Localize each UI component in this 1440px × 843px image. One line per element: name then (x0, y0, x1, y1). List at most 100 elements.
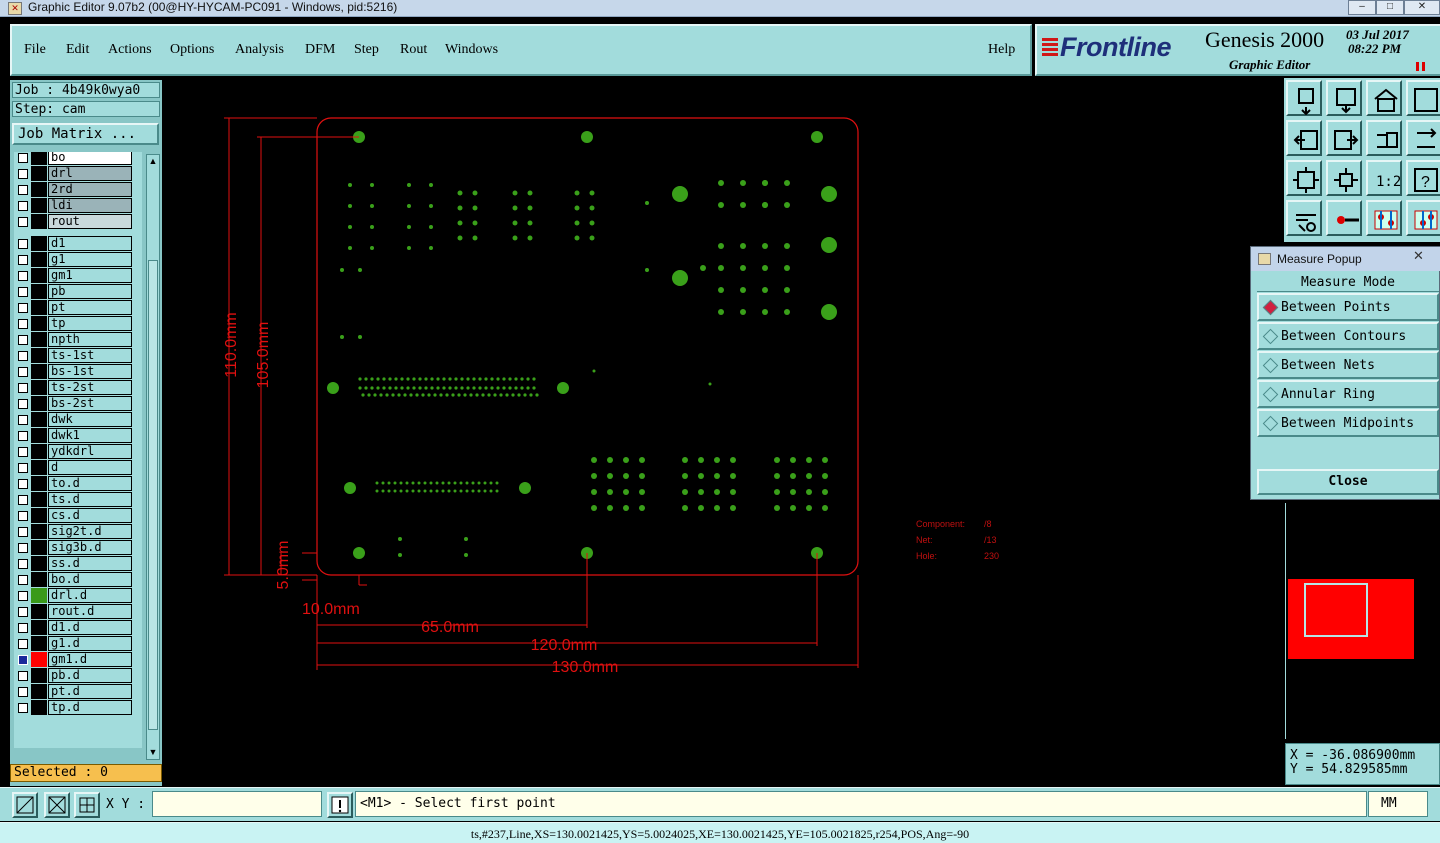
layer-color-swatch[interactable] (31, 252, 47, 267)
layer-checkbox[interactable] (18, 543, 28, 553)
layer-name[interactable]: 2rd (48, 182, 132, 197)
layer-row-rout.d[interactable]: rout.d (14, 604, 142, 619)
menu-actions[interactable]: Actions (108, 42, 152, 58)
scroll-up-icon[interactable]: ▲ (148, 156, 158, 166)
layer-checkbox[interactable] (18, 271, 28, 281)
layer-checkbox[interactable] (18, 335, 28, 345)
layer-name[interactable]: g1 (48, 252, 132, 267)
layer-checkbox[interactable] (18, 153, 28, 163)
layer-name[interactable]: cs.d (48, 508, 132, 523)
layer-color-swatch[interactable] (31, 556, 47, 571)
layer-name[interactable]: ts.d (48, 492, 132, 507)
menu-step[interactable]: Step (354, 42, 379, 58)
layer-color-swatch[interactable] (31, 524, 47, 539)
layer-row-drl[interactable]: drl (14, 166, 142, 181)
layer-color-swatch[interactable] (31, 214, 47, 229)
layer-row-bo.d[interactable]: bo.d (14, 572, 142, 587)
layer-color-swatch[interactable] (31, 588, 47, 603)
layer-checkbox[interactable] (18, 527, 28, 537)
layer-name[interactable]: drl (48, 166, 132, 181)
layer-checkbox[interactable] (18, 351, 28, 361)
layer-color-swatch[interactable] (31, 316, 47, 331)
overview-map[interactable] (1285, 503, 1440, 739)
layer-checkbox[interactable] (18, 607, 28, 617)
pan-right-icon[interactable] (1326, 120, 1362, 156)
layer-checkbox[interactable] (18, 703, 28, 713)
fit-screen-icon[interactable] (1286, 160, 1322, 196)
layer-name[interactable]: dwk (48, 412, 132, 427)
layer-color-swatch[interactable] (31, 460, 47, 475)
pan-left-icon[interactable] (1286, 120, 1322, 156)
layer-row-sig3b.d[interactable]: sig3b.d (14, 540, 142, 555)
layer-scrollbar[interactable]: ▲ ▼ (146, 154, 160, 760)
layer-name[interactable]: bs-1st (48, 364, 132, 379)
job-matrix-button[interactable]: Job Matrix ... (12, 123, 159, 145)
layer-name[interactable]: g1.d (48, 636, 132, 651)
layer-checkbox[interactable] (18, 479, 28, 489)
layer-name[interactable]: ts-1st (48, 348, 132, 363)
layer-name[interactable]: pt (48, 300, 132, 315)
layer-name[interactable]: pt.d (48, 684, 132, 699)
pause-icon[interactable] (1416, 62, 1426, 71)
layer-checkbox[interactable] (18, 399, 28, 409)
popup-title-bar[interactable]: Measure Popup ✕ (1251, 247, 1440, 271)
layer-checkbox[interactable] (18, 415, 28, 425)
layer-color-swatch[interactable] (31, 652, 47, 667)
layer-checkbox[interactable] (18, 575, 28, 585)
menu-options[interactable]: Options (170, 42, 214, 58)
layer-color-swatch[interactable] (31, 332, 47, 347)
scroll-down-icon[interactable]: ▼ (148, 747, 158, 757)
alert-icon[interactable] (327, 792, 353, 818)
layer-color-swatch[interactable] (31, 152, 47, 165)
layer-name[interactable]: ydkdrl (48, 444, 132, 459)
layer-name[interactable]: d1.d (48, 620, 132, 635)
layer-color-swatch[interactable] (31, 620, 47, 635)
layer-name[interactable]: sig3b.d (48, 540, 132, 555)
help-icon[interactable]: ? (1406, 160, 1440, 196)
layer-row-cs.d[interactable]: cs.d (14, 508, 142, 523)
layer-color-swatch[interactable] (31, 476, 47, 491)
layer-color-swatch[interactable] (31, 428, 47, 443)
layer-checkbox[interactable] (18, 447, 28, 457)
layer-name[interactable]: ldi (48, 198, 132, 213)
xy-input[interactable] (152, 791, 322, 817)
layer-color-swatch[interactable] (31, 668, 47, 683)
layer-color-swatch[interactable] (31, 604, 47, 619)
home-icon[interactable] (1366, 80, 1402, 116)
layer-row-bs-1st[interactable]: bs-1st (14, 364, 142, 379)
units-selector[interactable]: MM (1368, 791, 1428, 817)
layer-color-swatch[interactable] (31, 268, 47, 283)
menu-windows[interactable]: Windows (445, 42, 498, 58)
net-icon-a[interactable] (1366, 200, 1402, 236)
layer-name[interactable]: gm1.d (48, 652, 132, 667)
layer-row-g1.d[interactable]: g1.d (14, 636, 142, 651)
layer-color-swatch[interactable] (31, 198, 47, 213)
snap-icon[interactable] (12, 792, 38, 818)
layer-checkbox[interactable] (18, 367, 28, 377)
layer-row-pt[interactable]: pt (14, 300, 142, 315)
graphic-canvas[interactable]: Component: /8 Net: /13 Hole: 230 110.0mm… (162, 80, 1282, 786)
layer-row-bo[interactable]: bo (14, 152, 142, 165)
layer-name[interactable]: tp.d (48, 700, 132, 715)
menu-analysis[interactable]: Analysis (235, 42, 284, 58)
layer-checkbox[interactable] (18, 287, 28, 297)
minimize-button[interactable]: – (1348, 0, 1376, 15)
mode-between-nets[interactable]: Between Nets (1257, 351, 1439, 379)
layer-row-ts-2st[interactable]: ts-2st (14, 380, 142, 395)
layer-row-sig2t.d[interactable]: sig2t.d (14, 524, 142, 539)
snap-angle-icon[interactable] (44, 792, 70, 818)
layer-checkbox[interactable] (18, 185, 28, 195)
layer-row-2rd[interactable]: 2rd (14, 182, 142, 197)
overview-viewport[interactable] (1304, 583, 1368, 637)
layer-row-to.d[interactable]: to.d (14, 476, 142, 491)
layer-name[interactable]: d1 (48, 236, 132, 251)
layer-color-swatch[interactable] (31, 348, 47, 363)
layer-name[interactable]: pb.d (48, 668, 132, 683)
menu-edit[interactable]: Edit (66, 42, 89, 58)
redraw-icon[interactable] (1366, 120, 1402, 156)
layer-row-npth[interactable]: npth (14, 332, 142, 347)
zoom-out-icon[interactable] (1326, 80, 1362, 116)
mode-annular-ring[interactable]: Annular Ring (1257, 380, 1439, 408)
layer-checkbox[interactable] (18, 687, 28, 697)
layer-color-swatch[interactable] (31, 182, 47, 197)
